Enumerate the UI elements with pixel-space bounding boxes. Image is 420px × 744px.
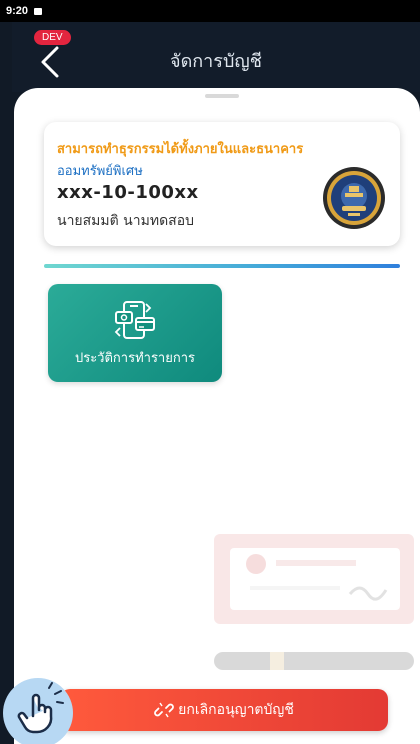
app-bar: DEV จัดการบัญชี: [12, 22, 420, 92]
tap-hand-icon: [17, 682, 64, 734]
sheet-handle[interactable]: [205, 94, 239, 98]
transaction-history-button[interactable]: ประวัติการทำรายการ: [48, 284, 222, 382]
cancel-permission-button[interactable]: ยกเลิกอนุญาตบัญชี: [60, 689, 388, 731]
notification-icon: [34, 7, 43, 15]
account-type: ออมทรัพย์พิเศษ: [57, 164, 143, 179]
phone-screen: 9:20 DEV จัดการบัญชี สามารถทำธุรกรรมได้ท…: [0, 0, 420, 744]
content-sheet: สามารถทำธุรกรรมได้ทั้งภายในและธนาคาร ออม…: [14, 88, 420, 744]
cancel-permission-label: ยกเลิกอนุญาตบัญชี: [178, 702, 294, 718]
account-holder-name: นายสมมติ นามทดสอบ: [57, 213, 194, 229]
section-divider: [44, 264, 400, 268]
transaction-history-icon: [114, 301, 155, 339]
status-time: 9:20: [6, 5, 29, 17]
account-card[interactable]: สามารถทำธุรกรรมได้ทั้งภายในและธนาคาร ออม…: [44, 122, 400, 246]
env-badge: DEV: [34, 30, 71, 45]
unlink-icon: [154, 702, 175, 718]
page-title: จัดการบัญชี: [170, 51, 262, 72]
bank-seal-logo: [323, 167, 385, 229]
background-illustration: [214, 534, 414, 670]
transaction-history-label: ประวัติการทำรายการ: [74, 351, 196, 366]
touch-indicator: [3, 678, 73, 744]
account-permission-text: สามารถทำธุรกรรมได้ทั้งภายในและธนาคาร: [57, 142, 304, 157]
account-number: xxx-10-100xx: [57, 182, 199, 203]
status-bar: 9:20: [0, 0, 420, 22]
